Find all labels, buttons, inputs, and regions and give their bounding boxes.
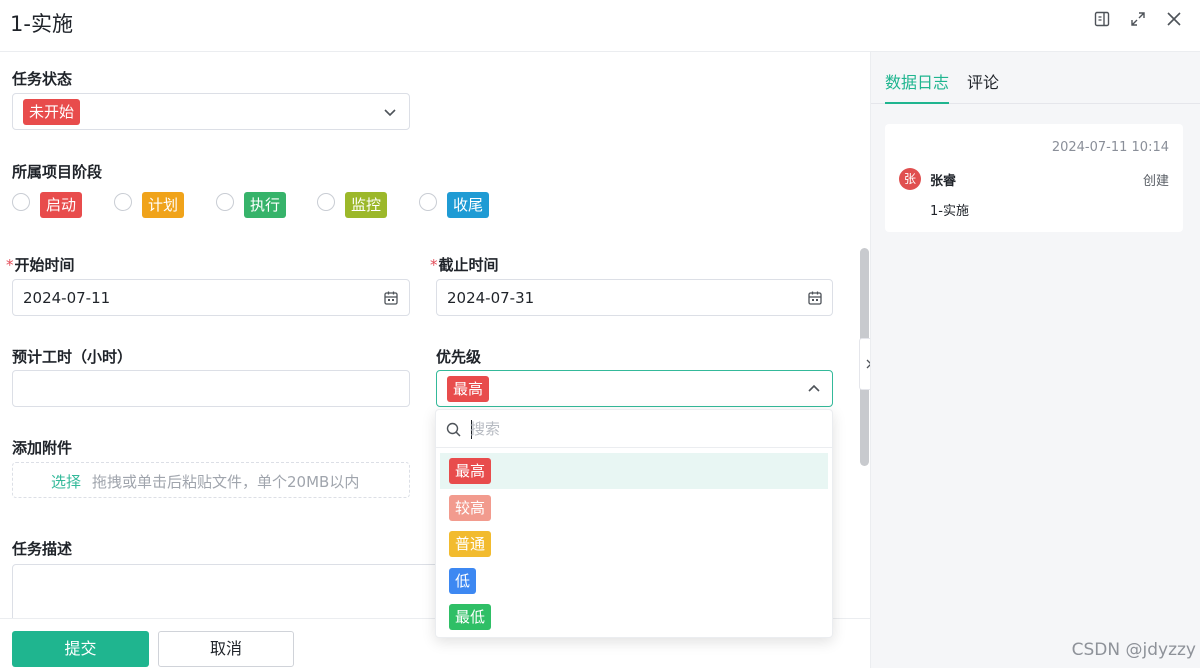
hours-input[interactable] — [12, 370, 410, 407]
dialog-title: 1-实施 — [10, 12, 73, 36]
calendar-icon — [808, 291, 822, 305]
log-timestamp: 2024-07-11 10:14 — [1051, 140, 1169, 155]
phase-radio[interactable] — [419, 193, 437, 211]
priority-option-tag: 最低 — [449, 604, 492, 630]
dropdown-search-input[interactable] — [470, 418, 810, 440]
tab-comments[interactable]: 评论 — [967, 69, 999, 93]
start-date-label: *开始时间 — [6, 254, 75, 275]
select-file-link[interactable]: 选择 — [51, 471, 81, 492]
panel-toggle-icon[interactable] — [1093, 10, 1111, 28]
log-target: 1-实施 — [930, 204, 969, 219]
priority-option-tag: 较高 — [449, 494, 492, 521]
priority-dropdown: 最高较高普通低最低 — [435, 409, 833, 638]
status-badge: 未开始 — [23, 99, 81, 125]
priority-option[interactable]: 普通 — [440, 526, 828, 562]
priority-option[interactable]: 低 — [440, 563, 828, 599]
start-date-value: 2024-07-11 — [23, 289, 111, 307]
start-date-input[interactable]: 2024-07-11 — [12, 279, 410, 316]
log-entry: 2024-07-11 10:14 张 张睿 创建 1-实施 — [885, 124, 1183, 232]
priority-option[interactable]: 最高 — [440, 453, 828, 489]
activity-tabs: 数据日志 评论 — [871, 52, 1200, 104]
required-mark: * — [430, 256, 438, 274]
task-dialog: 1-实施 任务状态 未开始 所属项目阶段 启动 计划 执行 监控 收尾 *开始时间 20… — [0, 0, 1200, 668]
dropdown-search — [436, 410, 832, 448]
calendar-icon — [384, 291, 398, 305]
attachment-label: 添加附件 — [12, 439, 73, 457]
phase-radio[interactable] — [114, 193, 132, 211]
required-mark: * — [6, 256, 14, 274]
maximize-icon[interactable] — [1129, 10, 1147, 28]
priority-option[interactable]: 最低 — [440, 599, 828, 635]
priority-badge: 最高 — [447, 376, 490, 402]
active-tab-indicator — [885, 102, 949, 104]
end-date-value: 2024-07-31 — [447, 289, 535, 307]
phase-label: 所属项目阶段 — [12, 163, 103, 181]
dialog-header: 1-实施 — [0, 0, 1200, 52]
cancel-button[interactable]: 取消 — [158, 631, 294, 667]
start-date-label-text: 开始时间 — [14, 256, 75, 274]
phase-option-tag[interactable]: 收尾 — [447, 192, 490, 218]
phase-radio[interactable] — [317, 193, 335, 211]
submit-button[interactable]: 提交 — [12, 631, 149, 667]
end-date-label: *截止时间 — [430, 254, 499, 275]
avatar: 张 — [899, 168, 921, 190]
log-action: 创建 — [1142, 174, 1169, 189]
attachment-hint: 拖拽或单击后粘贴文件，单个20MB以内 — [92, 473, 360, 491]
log-user: 张睿 — [930, 174, 957, 189]
search-icon — [446, 422, 461, 437]
priority-option-tag: 最高 — [449, 458, 492, 484]
priority-select[interactable]: 最高 — [436, 370, 833, 407]
phase-option-tag[interactable]: 计划 — [142, 192, 185, 218]
priority-option-tag: 低 — [449, 567, 477, 594]
hours-label: 预计工时（小时） — [12, 348, 133, 366]
end-date-input[interactable]: 2024-07-31 — [436, 279, 833, 316]
end-date-label-text: 截止时间 — [438, 256, 499, 274]
tab-data-log[interactable]: 数据日志 — [885, 69, 949, 93]
watermark: CSDN @jdyzzy — [1071, 640, 1196, 660]
chevron-down-icon — [384, 109, 396, 117]
phase-radio[interactable] — [12, 193, 30, 211]
activity-panel: 数据日志 评论 2024-07-11 10:14 张 张睿 创建 1-实施 — [870, 52, 1200, 668]
chevron-up-icon — [808, 384, 820, 392]
phase-radio[interactable] — [216, 193, 234, 211]
phase-option-tag[interactable]: 监控 — [345, 192, 388, 218]
priority-option-tag: 普通 — [449, 531, 492, 557]
description-label: 任务描述 — [12, 540, 73, 558]
priority-label: 优先级 — [436, 348, 482, 366]
priority-option[interactable]: 较高 — [440, 490, 828, 526]
phase-option-tag[interactable]: 启动 — [40, 192, 83, 218]
status-select[interactable]: 未开始 — [12, 93, 410, 130]
attachment-dropzone[interactable]: 选择 拖拽或单击后粘贴文件，单个20MB以内 — [12, 462, 410, 498]
phase-option-tag[interactable]: 执行 — [244, 192, 287, 218]
status-label: 任务状态 — [12, 70, 73, 88]
close-icon[interactable] — [1165, 10, 1183, 28]
